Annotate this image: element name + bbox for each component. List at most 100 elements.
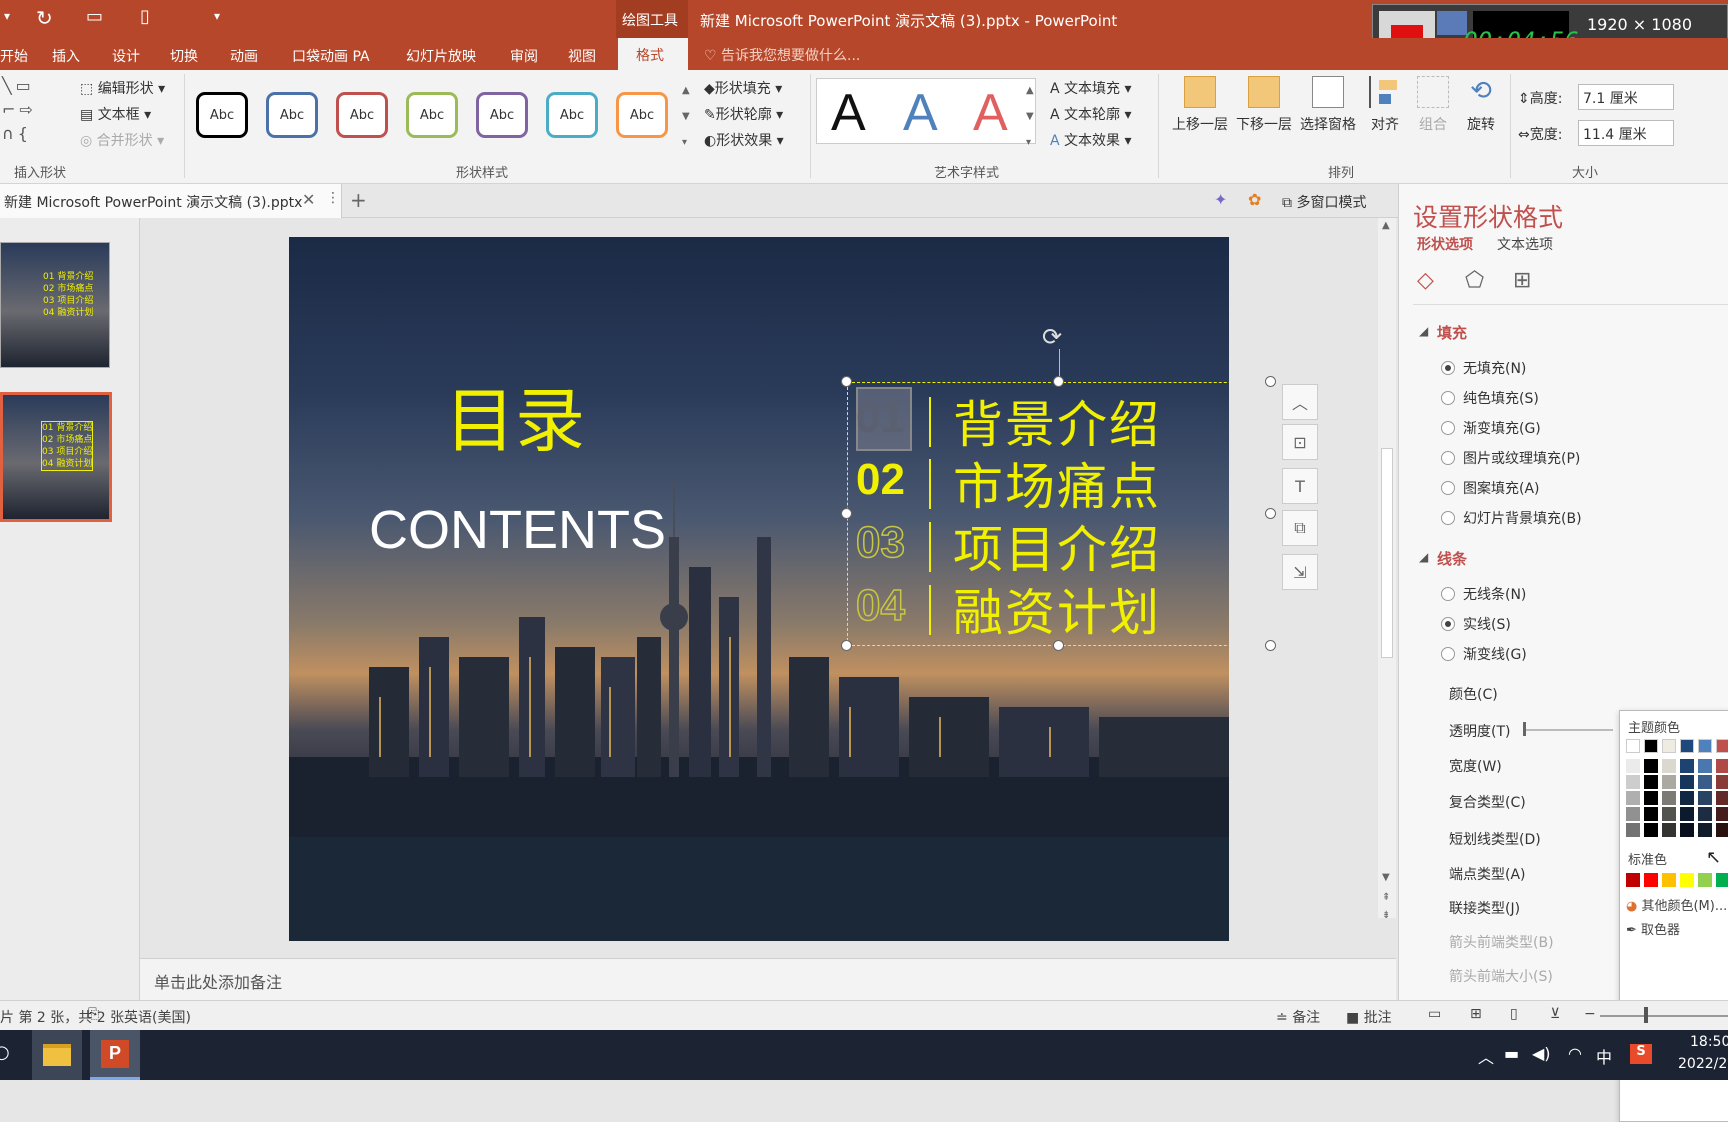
notes-toggle[interactable]: ≐ 备注	[1276, 1007, 1320, 1027]
shape-style-preset[interactable]: Abc	[196, 92, 248, 138]
text-fill-button[interactable]: A 文本填充 ▾	[1050, 78, 1132, 98]
toc-item-text[interactable]: 项目介绍	[953, 510, 1161, 582]
sparkle-icon[interactable]: ✦	[1214, 190, 1227, 209]
color-swatch[interactable]	[1626, 759, 1640, 773]
standard-color-swatch[interactable]	[1698, 873, 1712, 887]
tab-shape-options[interactable]: 形状选项	[1417, 234, 1473, 254]
radio-pattern-fill[interactable]	[1441, 481, 1455, 495]
color-swatch[interactable]	[1716, 791, 1728, 805]
transparency-slider[interactable]	[1523, 729, 1613, 731]
eyedropper-button[interactable]: ✒ 取色器	[1626, 919, 1680, 938]
color-swatch[interactable]	[1626, 775, 1640, 789]
color-swatch[interactable]	[1680, 807, 1694, 821]
multi-window-button[interactable]: ⧉ 多窗口模式	[1282, 192, 1366, 212]
customize-qat-icon[interactable]: ▾	[214, 9, 220, 23]
reading-view-icon[interactable]: ▯	[1510, 1006, 1518, 1022]
search-icon[interactable]: ○	[0, 1042, 10, 1063]
radio-no-fill[interactable]	[1441, 361, 1455, 375]
radio-label[interactable]: 幻灯片背景填充(B)	[1463, 508, 1582, 528]
document-tab[interactable]: 新建 Microsoft PowerPoint 演示文稿 (3).pptx ✕ …	[0, 184, 342, 218]
tab-review[interactable]: 审阅	[510, 46, 538, 66]
color-swatch[interactable]	[1662, 775, 1676, 789]
zoom-slider-thumb[interactable]	[1644, 1007, 1648, 1023]
more-options-icon[interactable]: ⋮	[326, 190, 340, 206]
color-swatch[interactable]	[1626, 791, 1640, 805]
color-swatch[interactable]	[1716, 807, 1728, 821]
group-button[interactable]: 组合	[1412, 76, 1454, 134]
file-explorer-taskbar-button[interactable]	[32, 1030, 82, 1080]
standard-color-swatch[interactable]	[1716, 873, 1728, 887]
color-swatch[interactable]	[1698, 759, 1712, 773]
width-input[interactable]: 11.4 厘米	[1578, 120, 1674, 146]
color-swatch[interactable]	[1716, 775, 1728, 789]
ime-indicator[interactable]: 中	[1596, 1044, 1612, 1068]
standard-color-swatch[interactable]	[1644, 873, 1658, 887]
selection-pane-button[interactable]: 选择窗格	[1294, 76, 1362, 134]
fill-line-icon[interactable]: ◇	[1417, 268, 1434, 293]
radio-label[interactable]: 无线条(N)	[1463, 584, 1526, 604]
effects-pentagon-icon[interactable]: ⬠	[1465, 268, 1484, 293]
color-swatch[interactable]	[1716, 739, 1728, 753]
text-effects-button[interactable]: A 文本效果 ▾	[1050, 130, 1132, 150]
qat-dropdown-icon[interactable]: ▾	[4, 9, 10, 23]
edit-shape-button[interactable]: ⬚ 编辑形状 ▾	[80, 78, 165, 98]
shape-style-preset[interactable]: Abc	[546, 92, 598, 138]
radio-solid-fill[interactable]	[1441, 391, 1455, 405]
radio-background-fill[interactable]	[1441, 511, 1455, 525]
settings-gear-icon[interactable]: ✿	[1248, 190, 1261, 209]
slide-title-cn[interactable]: 目录	[445, 365, 585, 466]
color-swatch[interactable]	[1644, 775, 1658, 789]
resize-handle[interactable]	[1053, 376, 1064, 387]
radio-label[interactable]: 图片或纹理填充(P)	[1463, 448, 1580, 468]
shapes-gallery-icon[interactable]: ╲▭	[2, 76, 35, 95]
color-swatch[interactable]	[1698, 823, 1712, 837]
tab-slideshow[interactable]: 幻灯片放映	[406, 46, 476, 66]
volume-icon[interactable]: ◀)	[1532, 1044, 1551, 1063]
tab-format[interactable]: 格式	[618, 38, 688, 70]
wifi-icon[interactable]: ◠	[1568, 1044, 1582, 1063]
wordart-gallery[interactable]: A A A	[816, 78, 1036, 144]
standard-color-swatch[interactable]	[1662, 873, 1676, 887]
collapse-triangle-icon[interactable]: ◢	[1419, 550, 1428, 564]
shape-outline-button[interactable]: ✎形状轮廓 ▾	[704, 104, 783, 124]
scrollbar-thumb[interactable]	[1381, 448, 1393, 658]
color-swatch[interactable]	[1644, 823, 1658, 837]
scroll-up-icon[interactable]: ▲	[1382, 220, 1390, 231]
radio-label[interactable]: 图案填充(A)	[1463, 478, 1540, 498]
color-swatch[interactable]	[1662, 823, 1676, 837]
slide-canvas[interactable]: 目录 CONTENTS 01 02 03 04 背景介绍 市场痛点 项目介绍 融…	[289, 237, 1229, 941]
toc-number[interactable]: 04	[855, 580, 905, 631]
tab-text-options[interactable]: 文本选项	[1497, 234, 1553, 254]
resize-handle[interactable]	[1053, 640, 1064, 651]
close-tab-icon[interactable]: ✕	[302, 190, 315, 209]
radio-label[interactable]: 渐变线(G)	[1463, 644, 1527, 664]
toc-number[interactable]: 01	[856, 393, 905, 443]
wordart-blue[interactable]: A	[903, 83, 938, 143]
line-section-header[interactable]: 线条	[1437, 548, 1467, 569]
open-folder-icon[interactable]: ▭	[86, 6, 103, 27]
fill-section-header[interactable]: 填充	[1437, 322, 1467, 343]
shape-fill-button[interactable]: ◆形状填充 ▾	[704, 78, 782, 98]
size-properties-icon[interactable]: ⊞	[1513, 268, 1531, 293]
color-swatch[interactable]	[1644, 791, 1658, 805]
radio-gradient-line[interactable]	[1441, 647, 1455, 661]
resize-handle[interactable]	[841, 376, 852, 387]
slideshow-view-icon[interactable]: ⊻	[1550, 1006, 1560, 1022]
wordart-red[interactable]: A	[973, 83, 1008, 143]
tab-pocket-animation[interactable]: 口袋动画 PA	[292, 46, 370, 66]
zoom-slider[interactable]	[1600, 1015, 1728, 1017]
radio-no-line[interactable]	[1441, 587, 1455, 601]
next-slide-icon[interactable]: ⇟	[1382, 910, 1390, 921]
spell-check-icon[interactable]: ⎘	[88, 1006, 99, 1022]
battery-icon[interactable]: ▬	[1504, 1044, 1519, 1063]
more-colors-button[interactable]: ◕ 其他颜色(M)...	[1626, 895, 1727, 914]
slide-thumbnail-2-selected[interactable]: 01 背景介绍 02 市场痛点 03 项目介绍 04 融资计划	[0, 392, 112, 522]
color-swatch[interactable]	[1644, 759, 1658, 773]
text-options-icon[interactable]: T	[1282, 468, 1318, 504]
normal-view-icon[interactable]: ▭	[1428, 1006, 1441, 1022]
tell-me-box[interactable]: ♡ 告诉我您想要做什么...	[704, 45, 860, 65]
tab-transitions[interactable]: 切换	[170, 46, 198, 66]
rotate-button[interactable]: ⟲ 旋转	[1460, 76, 1502, 134]
slide-sorter-icon[interactable]: ⊞	[1470, 1006, 1482, 1022]
tab-insert[interactable]: 插入	[52, 46, 80, 66]
